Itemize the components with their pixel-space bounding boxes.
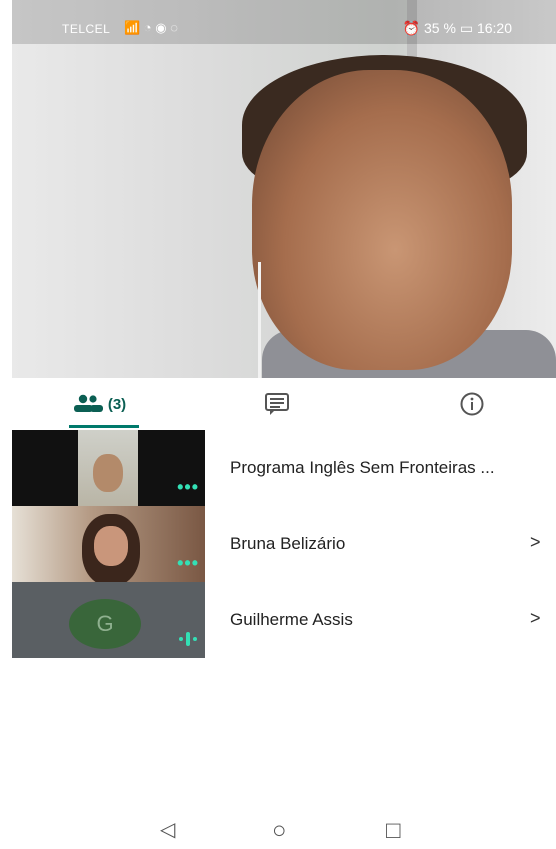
status-right: ⏰ 35 % ▭ 16:20 xyxy=(403,20,512,37)
more-dots-icon: ••• xyxy=(177,553,199,573)
system-nav-bar: ◁ ○ □ xyxy=(0,805,556,849)
alarm-icon: ⏰ xyxy=(402,20,421,36)
info-icon xyxy=(460,392,484,416)
participant-avatar-tile: G xyxy=(12,582,205,658)
battery-icon: ▭ xyxy=(459,20,474,36)
main-video[interactable] xyxy=(12,0,556,378)
tab-info[interactable] xyxy=(442,378,502,430)
recents-button[interactable]: □ xyxy=(386,817,401,845)
signal-wifi-icons: 📶 ◔ ◉ ◌ xyxy=(124,20,178,35)
home-button[interactable]: ○ xyxy=(272,817,287,845)
participant-row[interactable]: ••• Programa Inglês Sem Fronteiras ... xyxy=(12,430,556,506)
tab-bar: (3) xyxy=(12,378,556,430)
participant-name: Bruna Belizário xyxy=(230,534,346,553)
carrier: TELCEL xyxy=(62,22,111,36)
participant-video-thumbnail: ••• xyxy=(12,430,205,506)
participant-row[interactable]: G Guilherme Assis > xyxy=(12,582,556,658)
battery-level: 35 % xyxy=(424,20,456,36)
active-tab-indicator xyxy=(69,425,139,428)
participant-video-thumbnail: ••• xyxy=(12,506,205,582)
status-time: 16:20 xyxy=(476,20,512,36)
thumbnail-face xyxy=(93,454,123,492)
more-dots-icon: ••• xyxy=(177,477,199,497)
participant-face xyxy=(252,70,512,370)
participant-count: (3) xyxy=(107,395,127,413)
participant-name: Guilherme Assis xyxy=(230,610,353,629)
participant-row[interactable]: ••• Bruna Belizário > xyxy=(12,506,556,582)
tab-participants[interactable]: (3) xyxy=(54,378,144,430)
status-bar: TELCEL 📶 ◔ ◉ ◌ ⏰ 35 % ▭ 16:20 xyxy=(12,0,556,44)
audio-level-icon xyxy=(179,632,197,646)
people-icon xyxy=(73,394,103,412)
thumbnail-face xyxy=(94,526,128,566)
participant-name: Programa Inglês Sem Fronteiras ... xyxy=(230,458,495,477)
chat-icon xyxy=(265,393,289,415)
chevron-right-icon: > xyxy=(530,608,541,628)
avatar: G xyxy=(69,599,141,649)
back-button[interactable]: ◁ xyxy=(160,817,175,842)
earphone-cable xyxy=(258,262,261,378)
tab-chat[interactable] xyxy=(247,378,307,430)
chevron-right-icon: > xyxy=(530,532,541,552)
